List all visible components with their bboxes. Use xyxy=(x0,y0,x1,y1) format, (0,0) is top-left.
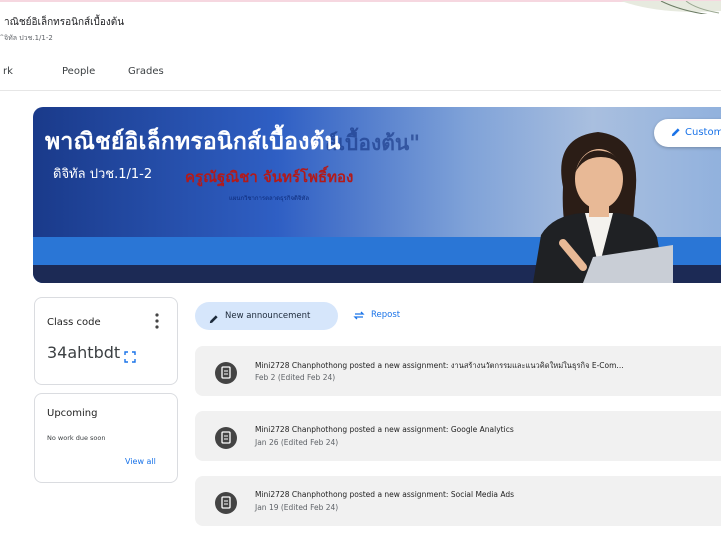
fullscreen-icon[interactable] xyxy=(124,348,136,363)
post-date: Jan 26 (Edited Feb 24) xyxy=(255,438,339,447)
repost-label: Repost xyxy=(371,310,401,320)
post-title: Mini2728 Chanphothong posted a new assig… xyxy=(255,361,624,370)
tab-people[interactable]: People xyxy=(62,66,95,77)
more-options-icon[interactable] xyxy=(150,311,164,331)
stream-post[interactable]: Mini2728 Chanphothong posted a new assig… xyxy=(195,411,721,461)
post-date: Jan 19 (Edited Feb 24) xyxy=(255,503,339,512)
banner-subtitle: ดิจิทัล ปวช.1/1-2 xyxy=(53,167,153,182)
customize-button[interactable]: Custom xyxy=(654,119,721,147)
new-announcement-label: New announcement xyxy=(225,311,311,321)
post-title: Mini2728 Chanphothong posted a new assig… xyxy=(255,425,514,434)
upcoming-empty-text: No work due soon xyxy=(47,434,106,442)
assignment-icon xyxy=(215,362,237,384)
pencil-icon xyxy=(208,310,219,329)
pencil-icon xyxy=(670,127,681,141)
post-date: Feb 2 (Edited Feb 24) xyxy=(255,373,336,382)
class-code-card: Class code 34ahtbdt xyxy=(34,297,178,385)
class-code-label: Class code xyxy=(47,317,101,328)
upcoming-card: Upcoming No work due soon View all xyxy=(34,393,178,483)
upcoming-label: Upcoming xyxy=(47,408,98,419)
teacher-photo xyxy=(533,132,673,283)
course-title[interactable]: าณิชย์อิเล็กทรอนิกส์เบื้องต้น xyxy=(4,15,124,30)
class-code-value: 34ahtbdt xyxy=(47,343,121,362)
assignment-icon xyxy=(215,492,237,514)
post-title: Mini2728 Chanphothong posted a new assig… xyxy=(255,490,515,499)
class-banner: ส์เบื้องต้น" พาณิชย์อิเล็กทรอนิกส์เบื้อง… xyxy=(33,107,721,283)
banner-department: แผนกวิชาการตลาดธุรกิจดิจิทัล xyxy=(229,195,310,202)
stream-post[interactable]: Mini2728 Chanphothong posted a new assig… xyxy=(195,476,721,526)
view-all-link[interactable]: View all xyxy=(125,457,156,466)
customize-label: Custom xyxy=(685,127,721,138)
banner-teacher-name: ครูณัฐณิชา จันทร์โพธิ์ทอง xyxy=(185,168,354,186)
tab-grades[interactable]: Grades xyxy=(128,66,164,77)
banner-title: พาณิชย์อิเล็กทรอนิกส์เบื้องต้น xyxy=(45,129,341,155)
repost-icon xyxy=(353,310,365,324)
stream-post[interactable]: Mini2728 Chanphothong posted a new assig… xyxy=(195,346,721,396)
course-section: ิจิทัล ปวช.1/1-2 xyxy=(4,34,53,42)
new-announcement-button[interactable]: New announcement xyxy=(195,302,338,330)
top-bar: าณิชย์อิเล็กทรอนิกส์เบื้องต้น ิจิทัล ปวช… xyxy=(0,0,721,52)
assignment-icon xyxy=(215,427,237,449)
leaf-decoration-image xyxy=(601,0,721,14)
tab-classwork[interactable]: rk xyxy=(3,66,13,77)
course-tabs: rk People Grades xyxy=(0,56,721,91)
